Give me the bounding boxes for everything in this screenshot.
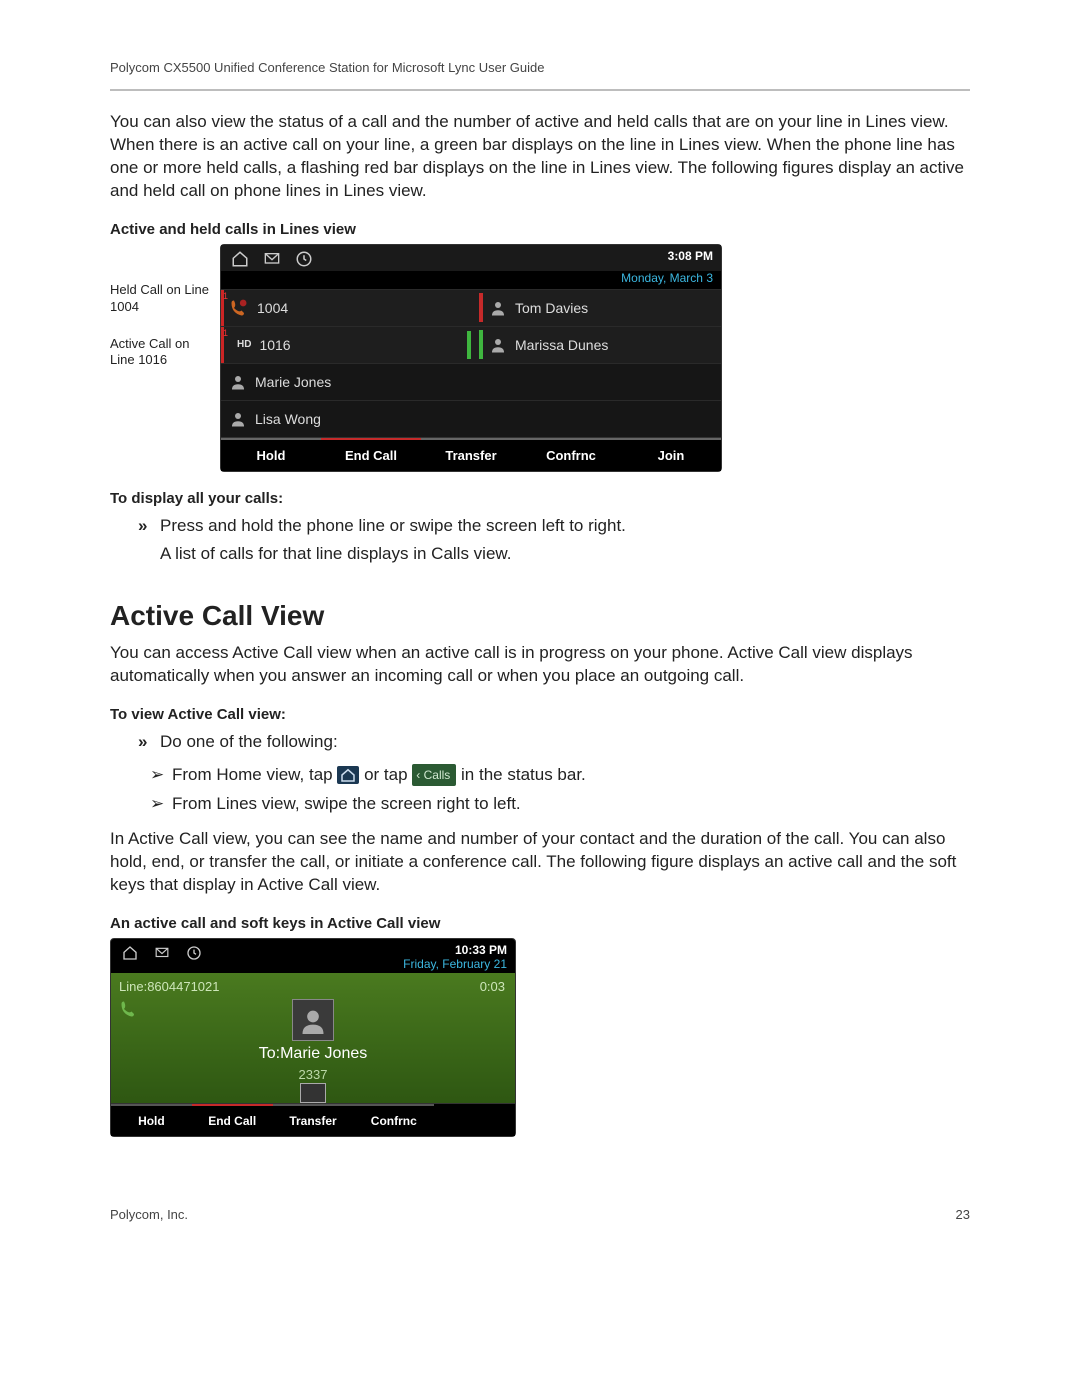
line-row-1004[interactable]: 1 1004 bbox=[221, 289, 471, 326]
view-para-2: In Active Call view, you can see the nam… bbox=[110, 828, 970, 897]
softkey-end-call[interactable]: End Call bbox=[321, 438, 421, 471]
status-time: 3:08 PM bbox=[668, 249, 713, 263]
view-heading: To view Active Call view: bbox=[110, 706, 970, 723]
page-footer: Polycom, Inc. 23 bbox=[110, 1207, 970, 1222]
view-bullet: Do one of the following: bbox=[138, 729, 970, 755]
softkey-confrnc[interactable]: Confrnc bbox=[521, 438, 621, 471]
text-span: in the status bar. bbox=[461, 765, 586, 784]
doc-header: Polycom CX5500 Unified Conference Statio… bbox=[110, 60, 970, 75]
intro-paragraph: You can also view the status of a call a… bbox=[110, 111, 970, 203]
envelope-icon[interactable] bbox=[151, 943, 173, 963]
status-date: Friday, February 21 bbox=[403, 957, 507, 971]
softkey-hold[interactable]: Hold bbox=[111, 1104, 192, 1136]
view-arrow-1: From Home view, tap or tap ‹ Calls in th… bbox=[150, 761, 970, 790]
contact-row[interactable]: Lisa Wong bbox=[221, 400, 471, 437]
person-icon bbox=[489, 336, 507, 354]
softkey-join[interactable]: Join bbox=[621, 438, 721, 471]
line-row-1016[interactable]: 1 HD 1016 bbox=[221, 326, 471, 363]
softkey-empty bbox=[434, 1104, 515, 1136]
caller-row[interactable]: Marissa Dunes bbox=[471, 326, 721, 363]
contact-name: Marie Jones bbox=[255, 374, 331, 390]
display-calls-heading: To display all your calls: bbox=[110, 490, 970, 507]
count-badge: 1 bbox=[223, 328, 228, 338]
status-bar: 3:08 PM bbox=[221, 245, 721, 271]
section-para: You can access Active Call view when an … bbox=[110, 642, 970, 688]
figure1-wrapper: Held Call on Line 1004 Active Call on Li… bbox=[110, 244, 970, 472]
contact-row[interactable]: Marie Jones bbox=[221, 363, 471, 400]
person-icon bbox=[229, 410, 247, 428]
calls-inline-button: ‹ Calls bbox=[412, 764, 456, 786]
section-title: Active Call View bbox=[110, 600, 970, 632]
softkey-transfer[interactable]: Transfer bbox=[421, 438, 521, 471]
status-time: 10:33 PM bbox=[403, 943, 507, 957]
view-arrow-2: From Lines view, swipe the screen right … bbox=[150, 790, 970, 819]
red-tick bbox=[479, 293, 483, 322]
figure1-callouts: Held Call on Line 1004 Active Call on Li… bbox=[110, 244, 210, 472]
caller-name: Tom Davies bbox=[515, 300, 588, 316]
home-inline-icon bbox=[337, 766, 359, 784]
call-duration: 0:03 bbox=[480, 979, 505, 994]
call-to-text: To:Marie Jones bbox=[111, 1045, 515, 1063]
softkey-bar: Hold End Call Transfer Confrnc bbox=[111, 1103, 515, 1136]
handset-icon bbox=[119, 999, 139, 1024]
figure2-caption: An active call and soft keys in Active C… bbox=[110, 915, 970, 932]
callout-held: Held Call on Line 1004 bbox=[110, 282, 210, 316]
home-icon[interactable] bbox=[229, 249, 251, 269]
figure1-caption: Active and held calls in Lines view bbox=[110, 221, 970, 238]
call-number: 2337 bbox=[111, 1067, 515, 1082]
active-call-panel: Line:8604471021 0:03 To:Marie Jones 2337 bbox=[111, 973, 515, 1103]
handset-held-icon bbox=[229, 298, 249, 318]
text-span: or tap bbox=[364, 765, 412, 784]
avatar bbox=[292, 999, 334, 1041]
caller-row[interactable]: Tom Davies bbox=[471, 289, 721, 326]
contact-name: Lisa Wong bbox=[255, 411, 321, 427]
envelope-icon[interactable] bbox=[261, 249, 283, 269]
empty-row bbox=[471, 400, 721, 437]
header-rule bbox=[110, 89, 970, 91]
person-icon bbox=[489, 299, 507, 317]
empty-row bbox=[471, 363, 721, 400]
line-label: 1016 bbox=[259, 337, 290, 353]
status-date: Monday, March 3 bbox=[221, 271, 721, 289]
home-icon[interactable] bbox=[119, 943, 141, 963]
keypad-icon[interactable] bbox=[300, 1083, 326, 1103]
line-number: Line:8604471021 bbox=[119, 979, 220, 994]
count-badge: 1 bbox=[223, 291, 228, 301]
hd-icon: HD bbox=[237, 339, 251, 350]
softkey-hold[interactable]: Hold bbox=[221, 438, 321, 471]
softkey-end-call[interactable]: End Call bbox=[192, 1104, 273, 1136]
clock-icon[interactable] bbox=[183, 943, 205, 963]
person-icon bbox=[229, 373, 247, 391]
softkey-confrnc[interactable]: Confrnc bbox=[353, 1104, 434, 1136]
phone-screenshot-active-call: 10:33 PM Friday, February 21 Line:860447… bbox=[110, 938, 516, 1137]
display-calls-bullet: Press and hold the phone line or swipe t… bbox=[138, 513, 970, 539]
caller-name: Marissa Dunes bbox=[515, 337, 608, 353]
callout-active: Active Call on Line 1016 bbox=[110, 336, 210, 370]
softkey-transfer[interactable]: Transfer bbox=[273, 1104, 354, 1136]
footer-left: Polycom, Inc. bbox=[110, 1207, 188, 1222]
softkey-bar: Hold End Call Transfer Confrnc Join bbox=[221, 437, 721, 471]
green-tick bbox=[479, 330, 483, 359]
text-span: From Home view, tap bbox=[172, 765, 333, 784]
phone-screenshot-lines-view: 3:08 PM Monday, March 3 1 1004 1 HD bbox=[220, 244, 722, 472]
footer-page-number: 23 bbox=[956, 1207, 970, 1222]
clock-icon[interactable] bbox=[293, 249, 315, 269]
display-calls-sub: A list of calls for that line displays i… bbox=[110, 544, 970, 564]
line-label: 1004 bbox=[257, 300, 288, 316]
status-bar: 10:33 PM Friday, February 21 bbox=[111, 939, 515, 973]
